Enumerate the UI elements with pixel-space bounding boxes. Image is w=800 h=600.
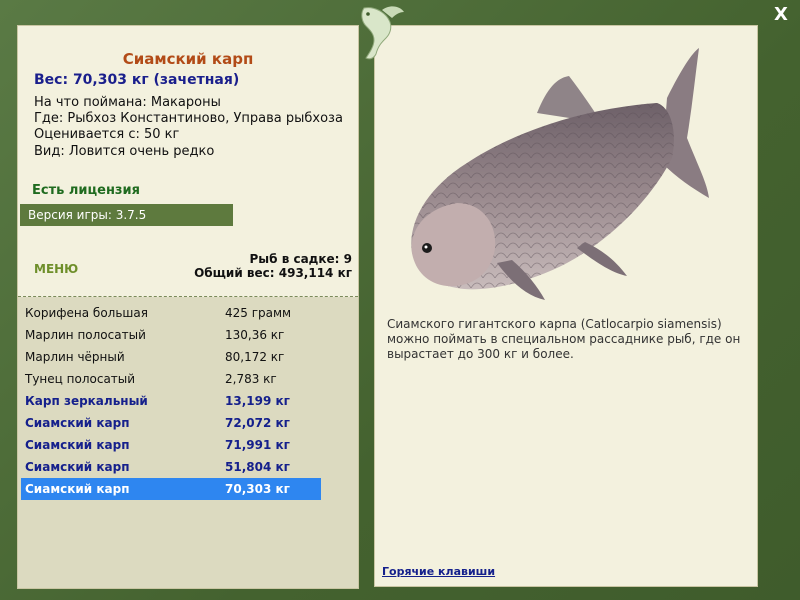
location-info: Где: Рыбхоз Константиново, Управа рыбхоз… <box>34 111 343 126</box>
catch-name: Сиамский карп <box>25 460 130 474</box>
version-bar: Версия игры: 3.7.5 <box>20 204 233 226</box>
catch-weight: 71,991 кг <box>225 438 290 452</box>
keepnet-total-weight: Общий вес: 493,114 кг <box>194 266 352 280</box>
close-button[interactable]: X <box>770 4 792 26</box>
list-item[interactable]: Сиамский карп 71,991 кг <box>21 434 321 456</box>
catch-name: Тунец полосатый <box>25 372 136 386</box>
catch-name: Карп зеркальный <box>25 394 148 408</box>
hotkeys-link[interactable]: Горячие клавиши <box>382 565 495 578</box>
catch-name: Сиамский карп <box>25 482 130 496</box>
catch-weight: 425 грамм <box>225 306 292 320</box>
catch-weight: 80,172 кг <box>225 350 285 364</box>
list-item[interactable]: Тунец полосатый 2,783 кг <box>21 368 321 390</box>
keepnet-summary: Рыб в садке: 9 Общий вес: 493,114 кг <box>194 252 352 280</box>
fish-logo-icon <box>361 6 404 60</box>
catch-list: Корифена большая 425 грамм Марлин полоса… <box>21 302 321 500</box>
catch-weight: 130,36 кг <box>225 328 285 342</box>
fish-description: Сиамского гигантского карпа (Catlocarpio… <box>387 317 741 361</box>
catch-name: Марлин чёрный <box>25 350 125 364</box>
value-info: Оценивается с: 50 кг <box>34 127 180 142</box>
catch-weight: 13,199 кг <box>225 394 290 408</box>
catch-weight: 72,072 кг <box>225 416 290 430</box>
license-status: Есть лицензия <box>32 183 140 198</box>
catch-name: Сиамский карп <box>25 416 130 430</box>
fish-image <box>411 48 709 300</box>
fish-weight: Вес: 70,303 кг (зачетная) <box>34 72 240 88</box>
list-item[interactable]: Марлин чёрный 80,172 кг <box>21 346 321 368</box>
keepnet-count: Рыб в садке: 9 <box>249 252 353 266</box>
list-item[interactable]: Карп зеркальный 13,199 кг <box>21 390 321 412</box>
bait-info: На что поймана: Макароны <box>34 95 221 110</box>
divider <box>18 296 358 297</box>
list-item[interactable]: Сиамский карп 72,072 кг <box>21 412 321 434</box>
fish-info-panel: Сиамский карп Вес: 70,303 кг (зачетная) … <box>17 25 359 589</box>
list-item[interactable]: Сиамский карп 51,804 кг <box>21 456 321 478</box>
list-item[interactable]: Корифена большая 425 грамм <box>21 302 321 324</box>
catch-weight: 70,303 кг <box>225 482 290 496</box>
fish-title: Сиамский карп <box>122 50 254 68</box>
list-item[interactable]: Марлин полосатый 130,36 кг <box>21 324 321 346</box>
rarity-info: Вид: Ловится очень редко <box>34 144 215 159</box>
catch-name: Корифена большая <box>25 306 148 320</box>
list-item-selected[interactable]: Сиамский карп 70,303 кг <box>21 478 321 500</box>
catch-name: Сиамский карп <box>25 438 130 452</box>
menu-button[interactable]: МЕНЮ <box>34 262 78 276</box>
catch-name: Марлин полосатый <box>25 328 146 342</box>
catch-weight: 2,783 кг <box>225 372 277 386</box>
fish-description-panel: Сиамского гигантского карпа (Catlocarpio… <box>374 25 758 587</box>
catch-weight: 51,804 кг <box>225 460 290 474</box>
